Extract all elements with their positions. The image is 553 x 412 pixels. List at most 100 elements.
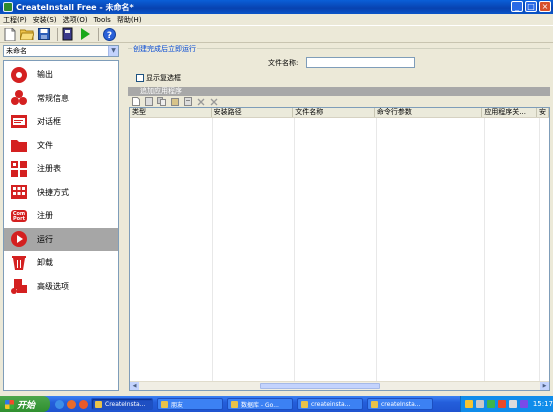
nav-item-label: 运行 [37, 234, 53, 244]
dialog-icon [9, 112, 28, 131]
nav-item-advanced-options[interactable]: 高级选项 [4, 275, 118, 299]
com-register-icon: Com Port [9, 206, 28, 225]
properties-icon [183, 97, 192, 106]
advanced-options-icon [9, 277, 28, 296]
task-createinstall-2[interactable]: createinsta... [297, 398, 363, 410]
tray-icon[interactable] [475, 400, 484, 408]
add-app-button[interactable] [131, 97, 140, 106]
new-item-icon [131, 97, 140, 106]
menu-tools[interactable]: Tools [94, 16, 111, 24]
run-page: 创建完成后立即运行 文件名称: 显示复选框 追加应用程序 类型 安装路径 文件名… [128, 44, 550, 391]
nav-item-label: 卸载 [37, 258, 53, 268]
save-disk-icon [38, 28, 50, 40]
task-createinstall-1[interactable]: CreateInsta... [91, 398, 153, 410]
app-icon [3, 2, 13, 12]
nav-item-register[interactable]: Com Port 注册 [4, 204, 118, 228]
menu-bar: 工程(P) 安装(S) 选项(O) Tools 帮助(H) [0, 14, 553, 25]
svg-text:?: ? [106, 31, 111, 41]
nav-item-label: 文件 [37, 140, 53, 150]
horizontal-scrollbar[interactable]: ◀ ▶ [130, 381, 549, 390]
copy-app-button[interactable] [157, 97, 166, 106]
nav-item-output[interactable]: 输出 [4, 63, 118, 87]
apps-list[interactable]: 类型 安装路径 文件名称 命令行参数 应用程序关... 安 ◀ ▶ [129, 107, 550, 391]
delete-app-button[interactable] [196, 97, 205, 106]
taskbar: 开始 CreateInsta... 朋友 数据库 - Go... createi… [0, 396, 553, 412]
project-select[interactable]: 未命名 ▼ [3, 45, 119, 57]
quick-launch [55, 399, 91, 409]
app-list-toolbar [128, 96, 550, 107]
nav-item-registry[interactable]: 注册表 [4, 157, 118, 181]
clear-icon [210, 98, 217, 105]
volume-icon[interactable] [508, 400, 517, 408]
menu-install[interactable]: 安装(S) [33, 15, 57, 25]
close-button[interactable]: × [539, 1, 551, 12]
scrollbar-thumb[interactable] [260, 383, 380, 389]
nav-item-files[interactable]: 文件 [4, 134, 118, 158]
build-button[interactable] [61, 27, 75, 41]
open-folder-icon [20, 29, 34, 40]
edit-icon [144, 97, 153, 106]
scroll-left-icon[interactable]: ◀ [130, 382, 139, 390]
title-bar: CreateInstall Free - 未命名* _ □ × [0, 0, 553, 14]
paste-app-button[interactable] [170, 97, 179, 106]
paste-icon [170, 98, 179, 106]
edit-app-button[interactable] [144, 97, 153, 106]
open-button[interactable] [20, 27, 34, 41]
column-app-related[interactable]: 应用程序关... [482, 108, 538, 117]
tray-icon[interactable] [519, 400, 528, 408]
column-file-name[interactable]: 文件名称 [293, 108, 375, 117]
show-checkbox-label: 显示复选框 [146, 74, 181, 82]
run-icon [9, 230, 28, 249]
new-button[interactable] [3, 27, 17, 41]
run-button[interactable] [78, 27, 92, 41]
nav-item-label: 注册表 [37, 164, 61, 174]
task-database[interactable]: 数据库 - Go... [227, 398, 293, 410]
start-button[interactable]: 开始 [0, 396, 50, 412]
column-divider [539, 118, 540, 381]
firefox-icon[interactable] [67, 399, 76, 409]
menu-help[interactable]: 帮助(H) [117, 15, 142, 25]
media-icon[interactable] [79, 399, 88, 409]
show-checkbox-option[interactable]: 显示复选框 [136, 73, 181, 83]
nav-item-general-info[interactable]: 常规信息 [4, 87, 118, 111]
tray-icon[interactable] [486, 400, 495, 408]
tray-icon[interactable] [497, 400, 506, 408]
window-controls: _ □ × [511, 1, 551, 12]
apps-list-body [130, 118, 549, 381]
column-command-args[interactable]: 命令行参数 [375, 108, 483, 117]
column-divider [212, 118, 213, 381]
toolbar-separator [98, 27, 99, 41]
maximize-button[interactable]: □ [525, 1, 537, 12]
minimize-button[interactable]: _ [511, 1, 523, 12]
help-button[interactable]: ? [102, 27, 116, 41]
window-title: CreateInstall Free - 未命名* [16, 2, 134, 12]
build-install-icon [62, 27, 73, 41]
nav-item-dialogs[interactable]: 对话框 [4, 110, 118, 134]
column-divider [484, 118, 485, 381]
filename-label: 文件名称: [268, 59, 299, 67]
show-checkbox-checkbox[interactable] [136, 74, 144, 82]
column-type[interactable]: 类型 [130, 108, 212, 117]
browser-icon[interactable] [55, 399, 64, 409]
group-title: 创建完成后立即运行 [132, 44, 197, 54]
task-createinstall-3[interactable]: createInsta... [367, 398, 433, 410]
general-info-icon [9, 89, 28, 108]
save-button[interactable] [37, 27, 51, 41]
apps-list-header: 类型 安装路径 文件名称 命令行参数 应用程序关... 安 [130, 108, 549, 118]
column-install-path[interactable]: 安装路径 [212, 108, 294, 117]
nav-item-shortcuts[interactable]: 快捷方式 [4, 181, 118, 205]
menu-options[interactable]: 选项(O) [63, 15, 88, 25]
menu-project[interactable]: 工程(P) [3, 15, 27, 25]
chevron-down-icon[interactable]: ▼ [108, 46, 118, 56]
run-after-install-group: 创建完成后立即运行 文件名称: 显示复选框 [128, 44, 550, 86]
task-friends[interactable]: 朋友 [157, 398, 223, 410]
scroll-right-icon[interactable]: ▶ [540, 382, 549, 390]
filename-input[interactable] [306, 57, 415, 68]
nav-item-run[interactable]: 运行 [4, 227, 118, 251]
tray-icon[interactable] [465, 400, 473, 408]
column-more[interactable]: 安 [537, 108, 549, 117]
clear-apps-button[interactable] [209, 97, 218, 106]
properties-app-button[interactable] [183, 97, 192, 106]
app-icon [161, 400, 168, 408]
nav-item-uninstall[interactable]: 卸载 [4, 251, 118, 275]
